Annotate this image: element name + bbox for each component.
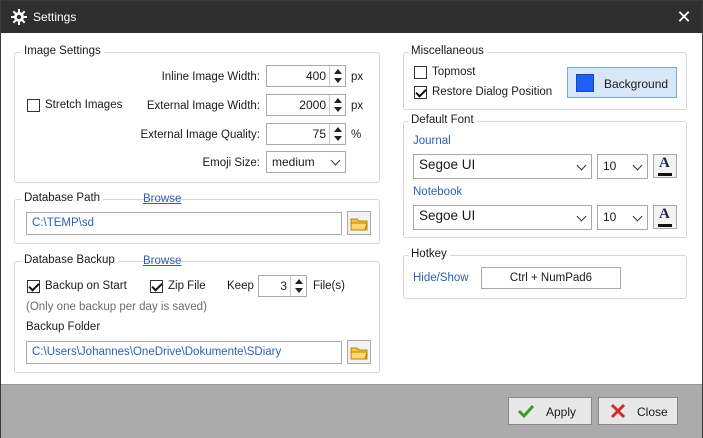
journal-size-value: 10 (603, 159, 617, 173)
apply-button[interactable]: Apply (508, 397, 592, 425)
inline-width-value: 400 (305, 69, 326, 83)
emoji-size-label: Emoji Size: (202, 157, 260, 169)
close-button-label: Close (637, 405, 668, 419)
font-color-icon: A (659, 155, 670, 171)
font-color-bar (658, 224, 672, 227)
journal-size-select[interactable]: 10 (597, 154, 648, 179)
restore-position-label: Restore Dialog Position (432, 86, 553, 98)
keep-label: Keep (227, 280, 254, 292)
external-quality-label: External Image Quality: (140, 129, 260, 141)
emoji-size-select[interactable]: medium (266, 151, 346, 173)
spinner-arrows (290, 276, 306, 296)
chevron-down-icon (632, 160, 643, 171)
external-width-label: External Image Width: (146, 100, 260, 112)
folder-icon (350, 218, 368, 231)
chevron-down-icon (576, 211, 587, 222)
notebook-font-select[interactable]: Segoe UI (413, 205, 592, 230)
miscellaneous-label: Miscellaneous (408, 45, 487, 57)
increment-arrow-icon[interactable] (330, 124, 345, 134)
database-path-field[interactable]: C:\TEMP\sd (26, 212, 342, 235)
notebook-label: Notebook (413, 186, 463, 198)
backup-on-start-label: Backup on Start (45, 280, 127, 292)
hide-show-label: Hide/Show (413, 272, 469, 284)
database-path-browse-link[interactable]: Browse (143, 193, 181, 205)
checkmark-icon (517, 404, 535, 419)
zip-file-label: Zip File (168, 280, 206, 292)
notebook-font-value: Segoe UI (419, 208, 476, 223)
database-backup-browse-link[interactable]: Browse (143, 255, 181, 267)
emoji-size-value: medium (272, 155, 315, 169)
database-path-folder-button[interactable] (347, 211, 371, 235)
increment-arrow-icon[interactable] (330, 66, 345, 76)
backup-folder-field[interactable]: C:\Users\Johannes\OneDrive\Dokumente\SDi… (26, 341, 342, 364)
external-quality-unit: % (351, 129, 362, 141)
apply-button-label: Apply (546, 405, 577, 419)
topmost-checkbox[interactable] (414, 66, 427, 79)
backup-folder-button[interactable] (347, 340, 371, 364)
topmost-label: Topmost (432, 66, 476, 78)
font-color-icon: A (659, 206, 670, 222)
spinner-arrows (329, 124, 345, 144)
keep-value: 3 (280, 279, 287, 293)
hotkey-label: Hotkey (408, 248, 450, 260)
folder-icon (350, 347, 368, 360)
database-backup-label: Database Backup (21, 254, 118, 266)
spinner-arrows (329, 95, 345, 115)
journal-label: Journal (413, 135, 451, 147)
background-color-swatch (576, 74, 594, 92)
image-settings-label: Image Settings (21, 45, 104, 57)
notebook-size-value: 10 (603, 210, 617, 224)
backup-folder-value: C:\Users\Johannes\OneDrive\Dokumente\SDi… (32, 346, 282, 358)
gear-icon (11, 9, 27, 25)
inline-width-stepper[interactable]: 400 (266, 65, 346, 87)
zip-file-checkbox[interactable] (150, 280, 163, 293)
title-bar: Settings ✕ (1, 1, 702, 33)
inline-width-unit: px (351, 71, 364, 83)
journal-font-select[interactable]: Segoe UI (413, 154, 592, 179)
window-title: Settings (33, 10, 77, 24)
decrement-arrow-icon[interactable] (291, 286, 306, 296)
decrement-arrow-icon[interactable] (330, 76, 345, 86)
hide-show-hotkey-value: Ctrl + NumPad6 (509, 272, 593, 284)
external-width-stepper[interactable]: 2000 (266, 94, 346, 116)
external-quality-value: 75 (312, 127, 326, 141)
decrement-arrow-icon[interactable] (330, 134, 345, 144)
default-font-label: Default Font (408, 114, 477, 126)
external-width-unit: px (351, 100, 364, 112)
close-window-icon[interactable]: ✕ (675, 7, 693, 27)
close-icon (610, 403, 626, 419)
hide-show-hotkey-field[interactable]: Ctrl + NumPad6 (481, 267, 621, 289)
notebook-size-select[interactable]: 10 (597, 205, 648, 230)
settings-window: Settings ✕ Image Settings Stretch Images… (0, 0, 703, 438)
increment-arrow-icon[interactable] (291, 276, 306, 286)
stretch-images-label: Stretch Images (45, 99, 123, 111)
notebook-font-button[interactable]: A (653, 205, 677, 229)
restore-position-checkbox[interactable] (414, 86, 427, 99)
journal-font-value: Segoe UI (419, 157, 476, 172)
dialog-footer: Apply Close (1, 384, 702, 438)
increment-arrow-icon[interactable] (330, 95, 345, 105)
chevron-down-icon (330, 155, 341, 166)
external-quality-stepper[interactable]: 75 (266, 123, 346, 145)
chevron-down-icon (632, 211, 643, 222)
backup-on-start-checkbox[interactable] (27, 280, 40, 293)
decrement-arrow-icon[interactable] (330, 105, 345, 115)
keep-stepper[interactable]: 3 (258, 275, 307, 297)
chevron-down-icon (576, 160, 587, 171)
spinner-arrows (329, 66, 345, 86)
close-button[interactable]: Close (598, 397, 678, 425)
background-color-button[interactable]: Background (567, 67, 677, 98)
inline-width-label: Inline Image Width: (161, 71, 260, 83)
backup-note: (Only one backup per day is saved) (26, 301, 207, 313)
database-path-value: C:\TEMP\sd (32, 217, 94, 229)
files-label: File(s) (313, 280, 345, 292)
journal-font-button[interactable]: A (653, 154, 677, 178)
font-color-bar (658, 173, 672, 176)
database-path-label: Database Path (21, 192, 104, 204)
background-button-label: Background (604, 77, 669, 91)
stretch-images-checkbox[interactable] (27, 99, 40, 112)
external-width-value: 2000 (299, 98, 326, 112)
backup-folder-label: Backup Folder (26, 321, 101, 333)
